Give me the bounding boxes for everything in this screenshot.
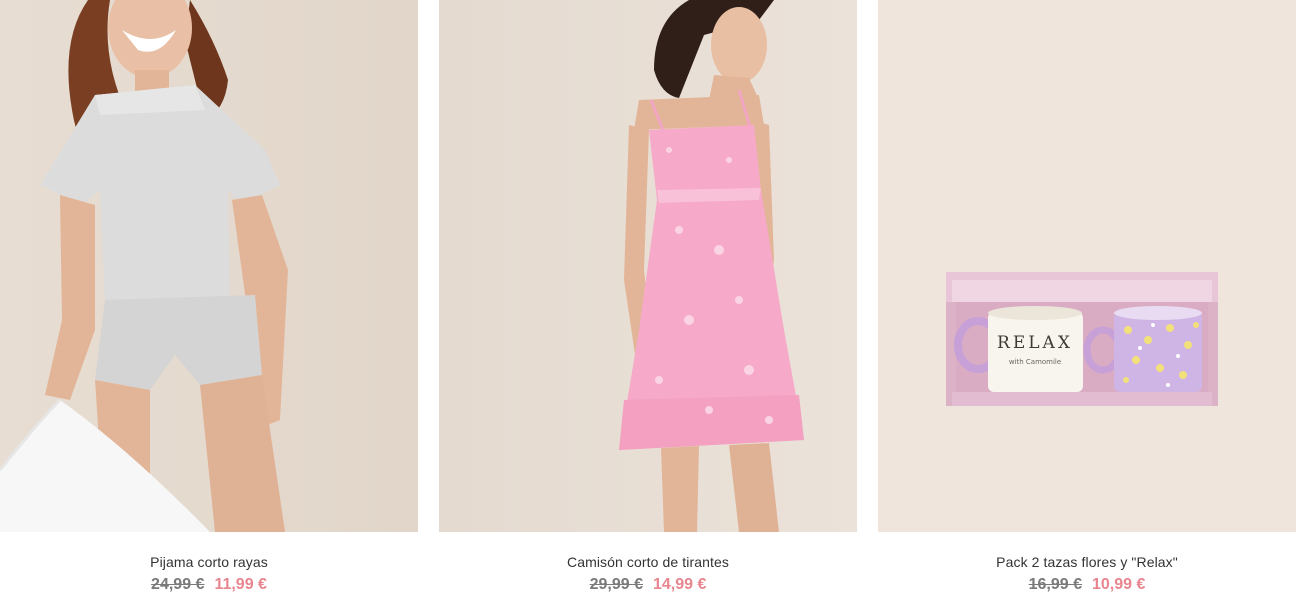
svg-text:RELAX: RELAX (997, 333, 1073, 353)
product-prices: 16,99 € 10,99 € (878, 576, 1296, 594)
product-prices: 29,99 € 14,99 € (439, 576, 857, 594)
sale-price: 14,99 € (653, 576, 707, 593)
product-grid: Pijama corto rayas 24,99 € 11,99 € Camisó… (0, 0, 1300, 605)
product-name[interactable]: Pijama corto rayas (0, 554, 418, 570)
product-image[interactable] (439, 0, 857, 532)
old-price: 24,99 € (151, 576, 205, 593)
product-image[interactable]: RELAX with Camomile (878, 0, 1296, 532)
old-price: 16,99 € (1028, 576, 1082, 593)
sale-price: 11,99 € (214, 576, 267, 593)
product-card[interactable]: Camisón corto de tirantes 29,99 € 14,99 € (439, 0, 857, 605)
sale-price: 10,99 € (1092, 576, 1146, 593)
product-card[interactable]: RELAX with Camomile Pack 2 tazas flores … (878, 0, 1296, 605)
svg-text:with Camomile: with Camomile (1009, 358, 1061, 366)
pajama-photo-icon (0, 0, 418, 532)
product-prices: 24,99 € 11,99 € (0, 576, 418, 594)
product-name[interactable]: Pack 2 tazas flores y "Relax" (878, 554, 1296, 570)
product-card[interactable]: Pijama corto rayas 24,99 € 11,99 € (0, 0, 418, 605)
product-image[interactable] (0, 0, 418, 532)
nightgown-photo-icon (439, 0, 857, 532)
old-price: 29,99 € (589, 576, 643, 593)
product-name[interactable]: Camisón corto de tirantes (439, 554, 857, 570)
mug-pack-photo-icon: RELAX with Camomile (878, 0, 1296, 532)
